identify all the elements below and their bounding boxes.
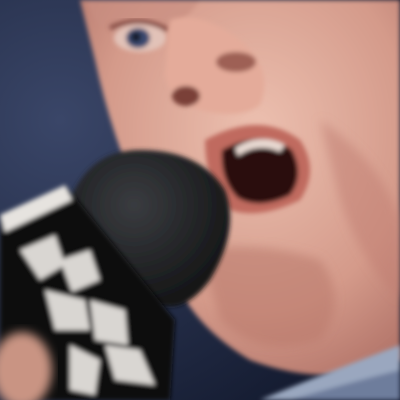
photo-canvas [0,0,400,400]
photo-scene [0,0,400,400]
